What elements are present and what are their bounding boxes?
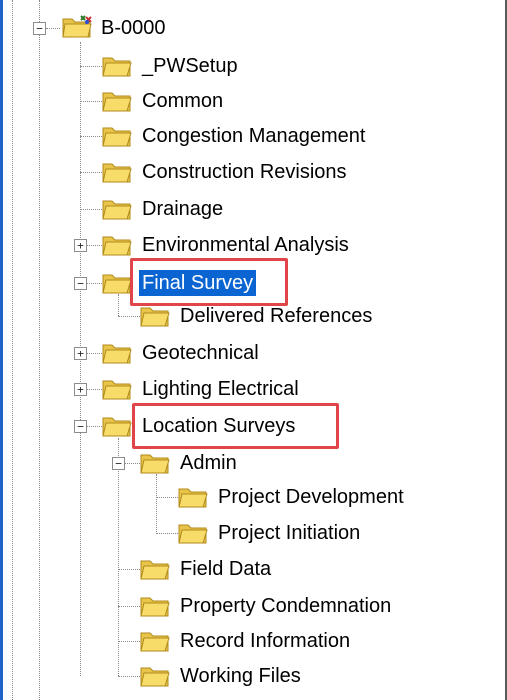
tree-item-label: Property Condemnation <box>180 595 392 617</box>
project-folder-icon <box>62 15 92 38</box>
tree-item-label: Environmental Analysis <box>142 234 349 256</box>
tree-node-root[interactable]: − B-0000 <box>0 11 507 45</box>
tree-item-delivered-references[interactable]: Delivered References <box>0 299 507 333</box>
collapse-toggle[interactable]: − <box>33 22 46 35</box>
tree-item-label: _PWSetup <box>142 55 238 77</box>
folder-icon <box>102 200 132 220</box>
tree-item-geotechnical[interactable]: + Geotechnical <box>0 336 507 370</box>
folder-icon <box>140 307 170 327</box>
tree-item-label: Project Development <box>218 486 404 508</box>
tree-item-working-files[interactable]: Working Files <box>0 659 507 693</box>
tree-item-drainage[interactable]: Drainage <box>0 192 507 226</box>
expand-toggle[interactable]: + <box>74 239 87 252</box>
collapse-toggle[interactable]: − <box>74 420 87 433</box>
tree-item-project-initiation[interactable]: Project Initiation <box>0 516 507 550</box>
tree-item-field-data[interactable]: Field Data <box>0 552 507 586</box>
folder-icon <box>102 236 132 256</box>
tree-item-congestion-management[interactable]: Congestion Management <box>0 119 507 153</box>
tree-item-label: Construction Revisions <box>142 161 347 183</box>
tree-item-label: Record Information <box>180 630 351 652</box>
tree-item-project-development[interactable]: Project Development <box>0 480 507 514</box>
folder-icon <box>140 454 170 474</box>
collapse-toggle[interactable]: − <box>74 277 87 290</box>
tree-item-label: Drainage <box>142 198 224 220</box>
folder-icon <box>102 127 132 147</box>
expand-toggle[interactable]: + <box>74 347 87 360</box>
folder-icon <box>102 417 132 437</box>
folder-icon <box>140 632 170 652</box>
tree-item-environmental-analysis[interactable]: + Environmental Analysis <box>0 228 507 262</box>
tree-item-label: Admin <box>180 452 237 474</box>
tree-item-label: Delivered References <box>180 305 373 327</box>
folder-icon <box>102 92 132 112</box>
tree-item-label: Project Initiation <box>218 522 361 544</box>
folder-icon <box>102 344 132 364</box>
tree-item-record-information[interactable]: Record Information <box>0 624 507 658</box>
tree-item-pwsetup[interactable]: _PWSetup <box>0 49 507 83</box>
tree-node-root-label: B-0000 <box>101 17 166 39</box>
tree-item-lighting-electrical[interactable]: + Lighting Electrical <box>0 372 507 406</box>
folder-icon <box>102 163 132 183</box>
collapse-toggle[interactable]: − <box>112 457 125 470</box>
tree-item-label: Field Data <box>180 558 272 580</box>
tree-item-admin[interactable]: − Admin <box>0 446 507 480</box>
tree-item-property-condemnation[interactable]: Property Condemnation <box>0 589 507 623</box>
folder-icon <box>140 667 170 687</box>
folder-icon <box>140 597 170 617</box>
tree-item-common[interactable]: Common <box>0 84 507 118</box>
tree-item-label: Geotechnical <box>142 342 259 364</box>
tree-item-construction-revisions[interactable]: Construction Revisions <box>0 155 507 189</box>
expand-toggle[interactable]: + <box>74 383 87 396</box>
folder-icon <box>102 274 132 294</box>
tree-item-label: Common <box>142 90 224 112</box>
folder-icon <box>178 488 208 508</box>
folder-icon <box>178 524 208 544</box>
folder-icon <box>102 57 132 77</box>
tree-item-label: Working Files <box>180 665 301 687</box>
folder-icon <box>102 380 132 400</box>
folder-icon <box>140 560 170 580</box>
tree-item-label: Lighting Electrical <box>142 378 299 400</box>
tree-item-label: Congestion Management <box>142 125 366 147</box>
annotation-highlight-location-surveys <box>132 403 339 449</box>
